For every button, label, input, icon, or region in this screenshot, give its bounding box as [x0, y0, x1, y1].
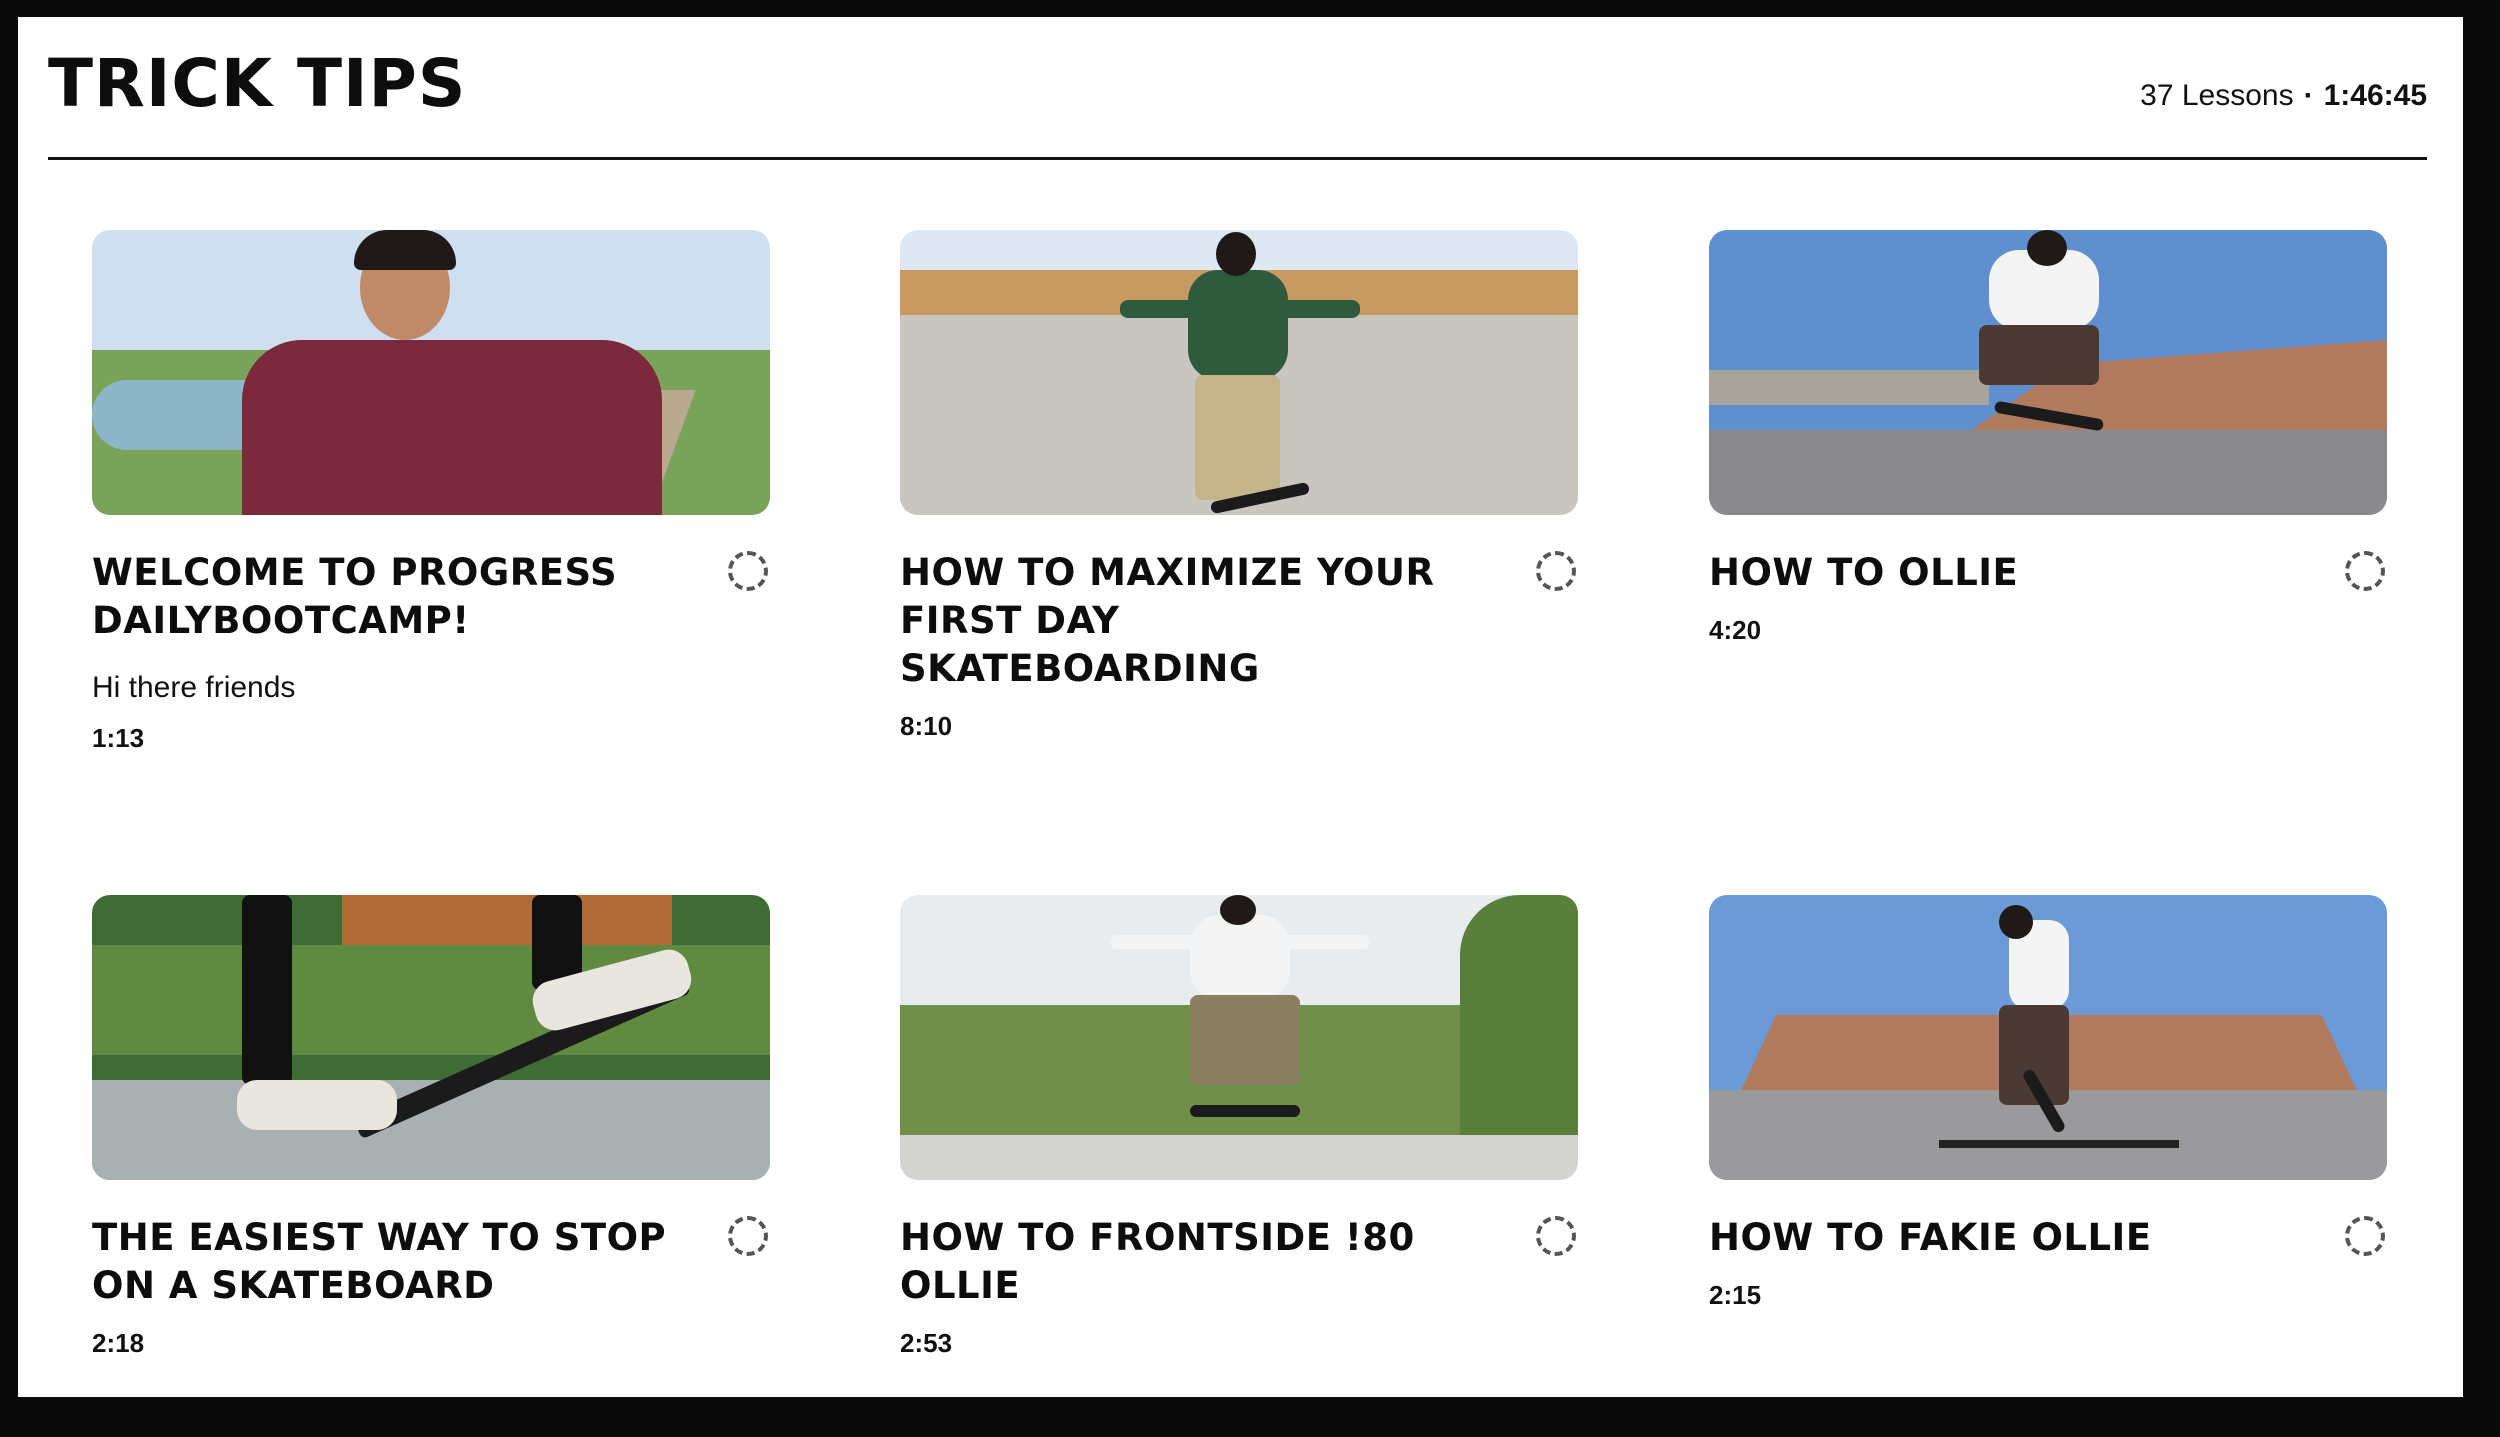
lesson-card[interactable]: WELCOME TO PROGRESS DAILYBOOTCAMP! Hi th…	[92, 230, 770, 754]
lesson-thumbnail[interactable]	[1709, 895, 2387, 1180]
thumbnail-ground	[900, 1135, 1578, 1180]
lesson-card[interactable]: THE EASIEST WAY TO STOP ON A SKATEBOARD …	[92, 895, 770, 1359]
course-header: TRICK TIPS 37 Lessons · 1:46:45	[48, 35, 2427, 160]
lesson-thumbnail[interactable]	[900, 895, 1578, 1180]
person-hoodie	[1188, 270, 1288, 380]
lesson-duration: 2:15	[1709, 1280, 1762, 1310]
total-duration: 1:46:45	[2323, 79, 2427, 112]
lesson-thumbnail[interactable]	[92, 895, 770, 1180]
thumbnail-tree	[1460, 895, 1578, 1135]
dashed-circle-icon[interactable]	[728, 551, 768, 591]
person-pants	[1195, 375, 1280, 500]
lesson-thumbnail[interactable]	[900, 230, 1578, 515]
lessons-count: 37 Lessons	[2140, 79, 2294, 112]
lesson-duration: 8:10	[900, 711, 953, 741]
person-head	[1999, 905, 2033, 939]
person-head	[1216, 232, 1256, 276]
thumbnail-buildings	[1709, 370, 1989, 405]
dashed-circle-icon[interactable]	[728, 1216, 768, 1256]
person-head	[1220, 895, 1256, 925]
lesson-title[interactable]: HOW TO OLLIE	[1709, 549, 2299, 597]
dashed-circle-icon[interactable]	[1536, 551, 1576, 591]
lesson-title[interactable]: THE EASIEST WAY TO STOP ON A SKATEBOARD	[92, 1214, 682, 1310]
lesson-duration: 2:53	[900, 1328, 953, 1358]
lesson-thumbnail[interactable]	[1709, 230, 2387, 515]
lesson-card[interactable]: HOW TO MAXIMIZE YOUR FIRST DAY SKATEBOAR…	[900, 230, 1578, 742]
thumbnail-ground	[1709, 430, 2387, 515]
person-shoe-left	[237, 1080, 397, 1130]
lesson-title[interactable]: HOW TO FAKIE OLLIE	[1709, 1214, 2299, 1262]
person-leg-left	[242, 895, 292, 1085]
dashed-circle-icon[interactable]	[2345, 1216, 2385, 1256]
dashed-circle-icon[interactable]	[1536, 1216, 1576, 1256]
lesson-duration: 1:13	[92, 723, 145, 753]
lesson-card[interactable]: HOW TO FAKIE OLLIE 2:15	[1709, 895, 2387, 1311]
lesson-duration: 2:18	[92, 1328, 145, 1358]
course-panel: TRICK TIPS 37 Lessons · 1:46:45 WELCOME …	[18, 17, 2463, 1397]
page-title: TRICK TIPS	[48, 45, 467, 122]
lesson-thumbnail[interactable]	[92, 230, 770, 515]
lesson-title[interactable]: HOW TO MAXIMIZE YOUR FIRST DAY SKATEBOAR…	[900, 549, 1490, 693]
lesson-card[interactable]: HOW TO FRONTSIDE !80 OLLIE 2:53	[900, 895, 1578, 1359]
person-hoodie	[242, 340, 662, 515]
person-hair	[354, 230, 456, 270]
person-pants	[1190, 995, 1300, 1085]
skateboard	[1190, 1105, 1300, 1117]
lesson-duration: 4:20	[1709, 615, 1762, 645]
person-arms	[1110, 935, 1370, 949]
dashed-circle-icon[interactable]	[2345, 551, 2385, 591]
lesson-card[interactable]: HOW TO OLLIE 4:20	[1709, 230, 2387, 646]
person-head	[2027, 230, 2067, 266]
thumbnail-rail	[1939, 1140, 2179, 1148]
lesson-title[interactable]: HOW TO FRONTSIDE !80 OLLIE	[900, 1214, 1490, 1310]
person-shirt	[1190, 915, 1290, 1000]
lesson-description: Hi there friends	[92, 671, 296, 704]
course-summary: 37 Lessons · 1:46:45	[2140, 79, 2427, 113]
person-pants	[1979, 325, 2099, 385]
thumbnail-graffiti	[342, 895, 672, 945]
lesson-title[interactable]: WELCOME TO PROGRESS DAILYBOOTCAMP!	[92, 549, 682, 645]
person-arms	[1120, 300, 1360, 318]
separator: ·	[2303, 79, 2314, 112]
